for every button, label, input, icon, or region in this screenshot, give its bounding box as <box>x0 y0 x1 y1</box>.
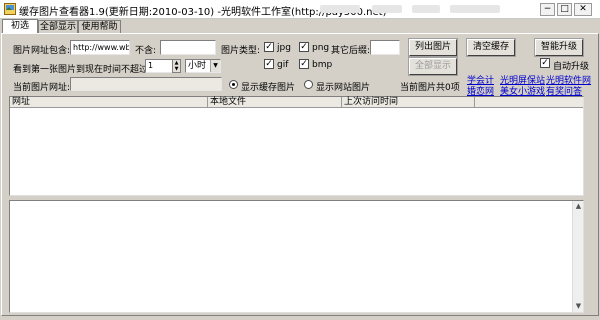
chevron-down-icon[interactable]: ▼ <box>210 60 220 72</box>
bmp-label: bmp <box>312 60 333 70</box>
not-contains-label: 不含: <box>135 46 157 56</box>
time-spinner[interactable]: ▲ ▼ <box>172 59 181 73</box>
current-url-label: 当前图片网址: <box>13 83 71 93</box>
smart-upgrade-button[interactable]: 智能升级 <box>534 38 584 57</box>
time-value-input[interactable]: 1 <box>145 59 173 73</box>
blurred-region <box>372 5 402 13</box>
column-header-last-visit[interactable]: 上次访问时间 <box>342 97 475 108</box>
clear-cache-button[interactable]: 清空缓存 <box>466 38 516 57</box>
scroll-down-icon[interactable]: ▼ <box>573 301 584 312</box>
auto-upgrade-label: 自动升级 <box>553 62 590 72</box>
time-limit-label: 看到第一张图片到现在时间不超过: <box>13 65 152 75</box>
gif-checkbox[interactable]: ✓ <box>264 59 274 69</box>
current-url-input[interactable] <box>70 77 222 91</box>
scroll-up-icon[interactable]: ▲ <box>573 201 584 212</box>
spin-down-icon[interactable]: ▼ <box>173 66 180 72</box>
time-unit-value: 小时 <box>188 61 207 71</box>
tab-show-all[interactable]: 全部显示 <box>38 20 78 33</box>
image-count: 当前图片共0项 <box>400 83 460 93</box>
tab-initial[interactable]: 初选 <box>2 19 38 33</box>
png-checkbox[interactable]: ✓ <box>299 42 309 52</box>
list-images-button[interactable]: 列出图片 <box>408 38 458 57</box>
jpg-checkbox[interactable]: ✓ <box>264 42 274 52</box>
url-contains-input[interactable]: http://www.wb-s <box>70 40 130 55</box>
show-web-label: 显示网站图片 <box>316 83 371 93</box>
url-contains-label: 图片网址包含: <box>13 46 71 56</box>
show-cache-radio[interactable] <box>229 80 238 89</box>
tab-help[interactable]: 使用帮助 <box>78 20 121 33</box>
image-list[interactable]: 网址 本地文件 上次访问时间 <box>9 96 584 196</box>
vertical-scrollbar[interactable]: ▲ ▼ <box>572 201 583 312</box>
blurred-region <box>450 5 500 13</box>
show-all-button[interactable]: 全部显示 <box>408 57 458 76</box>
jpg-label: jpg <box>277 43 291 53</box>
column-header-local-file[interactable]: 本地文件 <box>208 97 342 108</box>
gif-label: gif <box>277 60 289 70</box>
column-header-empty <box>475 97 583 108</box>
column-header-url[interactable]: 网址 <box>10 97 208 108</box>
app-icon <box>4 3 16 15</box>
bmp-checkbox[interactable]: ✓ <box>299 59 309 69</box>
maximize-button[interactable]: □ <box>557 3 572 16</box>
other-ext-input[interactable] <box>370 40 400 55</box>
not-contains-input[interactable] <box>160 40 216 55</box>
show-cache-label: 显示缓存图片 <box>241 83 296 93</box>
close-button[interactable]: ✕ <box>574 3 592 16</box>
blurred-region <box>320 5 360 13</box>
auto-upgrade-checkbox[interactable]: ✓ <box>540 58 550 68</box>
output-textarea[interactable]: ▲ ▼ <box>9 200 584 313</box>
image-type-label: 图片类型: <box>221 46 261 56</box>
title-bar[interactable]: 缓存图片查看器1.9(更新日期:2010-03-10) -光明软件工作室(htt… <box>0 0 600 19</box>
time-unit-select[interactable]: 小时 ▼ <box>185 59 221 73</box>
png-label: png <box>312 43 330 53</box>
other-ext-label: 其它后缀: <box>331 46 371 56</box>
minimize-button[interactable]: − <box>540 3 555 16</box>
show-web-radio[interactable] <box>304 80 313 89</box>
blurred-region <box>412 5 440 13</box>
